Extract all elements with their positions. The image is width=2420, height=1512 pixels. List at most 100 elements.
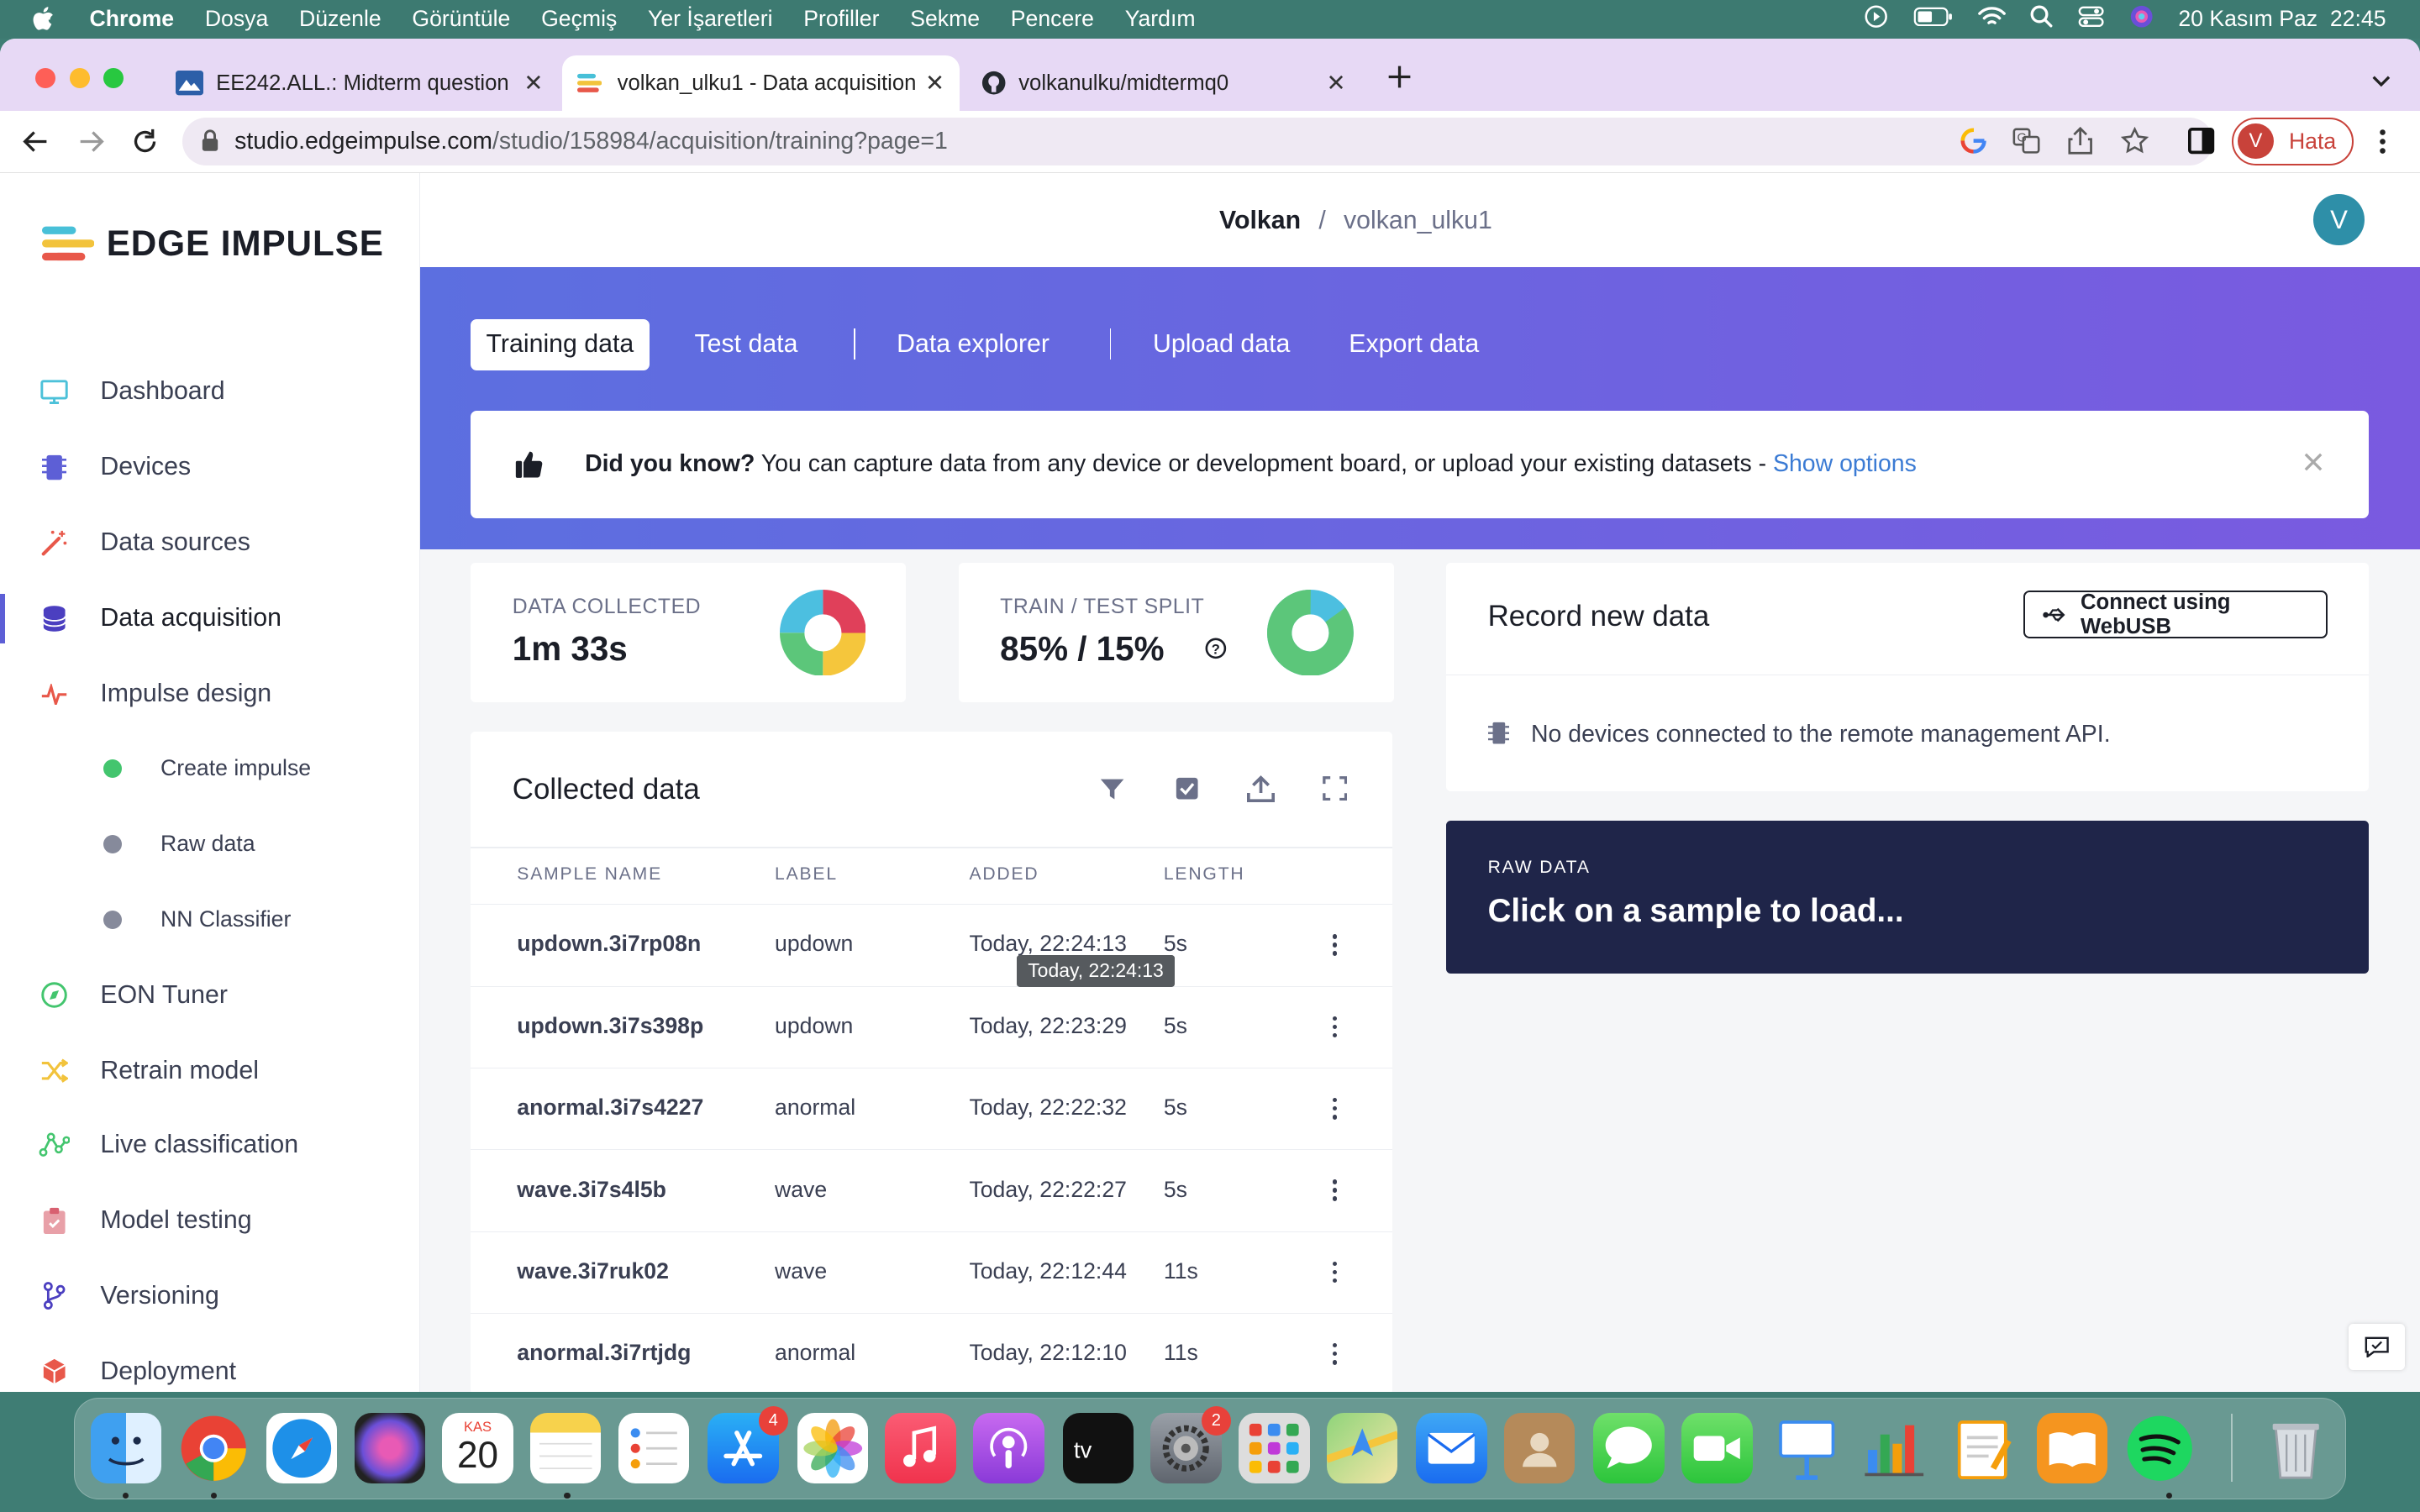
table-row[interactable]: anormal.3i7s4227 anormal Today, 22:22:32… bbox=[471, 1067, 1392, 1149]
sample-name[interactable]: anormal.3i7rtjdg bbox=[517, 1340, 691, 1366]
row-menu-icon[interactable] bbox=[1328, 1011, 1343, 1042]
trash-icon[interactable] bbox=[2260, 1413, 2331, 1483]
maps-icon[interactable] bbox=[1325, 1412, 1399, 1484]
forward-icon[interactable] bbox=[77, 128, 105, 162]
row-menu-icon[interactable] bbox=[1328, 1257, 1343, 1288]
chrome-icon[interactable] bbox=[178, 1413, 249, 1483]
safari-icon[interactable] bbox=[266, 1412, 338, 1484]
filter-icon[interactable] bbox=[1099, 776, 1125, 809]
messages-icon[interactable] bbox=[1593, 1412, 1665, 1484]
column-header-sample-name[interactable]: SAMPLE NAME bbox=[517, 864, 662, 885]
share-icon[interactable] bbox=[2068, 126, 2093, 161]
menu-app-name[interactable]: Chrome bbox=[89, 6, 174, 32]
sidebar-item-raw-data[interactable]: Raw data bbox=[0, 813, 420, 874]
battery-icon[interactable] bbox=[1913, 6, 1954, 32]
select-checkbox-icon[interactable] bbox=[1175, 776, 1199, 807]
numbers-icon[interactable] bbox=[1859, 1413, 1929, 1483]
menu-edit[interactable]: Düzenle bbox=[299, 6, 381, 32]
reload-icon[interactable] bbox=[131, 128, 159, 162]
tab-upload-data[interactable]: Upload data bbox=[1138, 319, 1306, 370]
back-icon[interactable] bbox=[22, 128, 50, 162]
sample-name[interactable]: anormal.3i7s4227 bbox=[517, 1095, 703, 1121]
help-icon[interactable]: ? bbox=[1205, 638, 1227, 666]
expand-icon[interactable] bbox=[1323, 775, 1348, 807]
menu-history[interactable]: Geçmiş bbox=[541, 6, 617, 32]
browser-tab-github[interactable]: volkanulku/midtermq0 ✕ bbox=[963, 55, 1361, 111]
close-tip-icon[interactable] bbox=[2304, 450, 2323, 478]
logo[interactable]: EDGE IMPULSE bbox=[41, 223, 384, 264]
siri-icon[interactable] bbox=[2129, 4, 2154, 34]
google-icon[interactable] bbox=[1960, 128, 1986, 160]
column-header-label[interactable]: LABEL bbox=[775, 864, 838, 885]
table-row[interactable]: updown.3i7rp08n updown Today, 22:24:13 5… bbox=[471, 904, 1392, 985]
photos-icon[interactable] bbox=[797, 1412, 869, 1484]
launchpad-icon[interactable] bbox=[1239, 1412, 1310, 1484]
column-header-added[interactable]: ADDED bbox=[969, 864, 1039, 885]
sample-name[interactable]: wave.3i7ruk02 bbox=[517, 1258, 669, 1284]
sidebar-item-deployment[interactable]: Deployment bbox=[0, 1341, 420, 1392]
row-menu-icon[interactable] bbox=[1328, 1338, 1343, 1369]
tab-test-data[interactable]: Test data bbox=[679, 319, 813, 370]
menu-bookmarks[interactable]: Yer İşaretleri bbox=[648, 6, 772, 32]
translate-icon[interactable]: G bbox=[2012, 128, 2040, 160]
menu-datetime[interactable]: 20 Kasım Paz 22:45 bbox=[2178, 6, 2386, 32]
table-row[interactable]: wave.3i7ruk02 wave Today, 22:12:44 11s bbox=[471, 1231, 1392, 1313]
minimize-window-button[interactable] bbox=[69, 67, 90, 88]
table-row[interactable]: anormal.3i7rtjdg anormal Today, 22:12:10… bbox=[471, 1312, 1392, 1392]
profile-button[interactable]: V Hata bbox=[2231, 117, 2354, 165]
row-menu-icon[interactable] bbox=[1328, 1093, 1343, 1124]
close-tab-icon[interactable]: ✕ bbox=[523, 70, 543, 97]
app-store-icon[interactable]: 4 bbox=[708, 1406, 788, 1484]
tab-data-explorer[interactable]: Data explorer bbox=[881, 319, 1065, 370]
siri-app-icon[interactable] bbox=[354, 1412, 426, 1484]
notes-icon[interactable] bbox=[529, 1412, 602, 1484]
sidebar-item-impulse-design[interactable]: Impulse design bbox=[0, 664, 420, 725]
sidebar-item-dashboard[interactable]: Dashboard bbox=[0, 361, 420, 423]
sample-name[interactable]: updown.3i7s398p bbox=[517, 1013, 703, 1039]
connect-webusb-button[interactable]: Connect using WebUSB bbox=[2023, 591, 2328, 639]
sample-name[interactable]: wave.3i7s4l5b bbox=[517, 1177, 666, 1203]
menu-help[interactable]: Yardım bbox=[1125, 6, 1196, 32]
reminders-icon[interactable] bbox=[618, 1412, 690, 1484]
browser-tab-moodle[interactable]: EE242.ALL.: Midterm question ✕ bbox=[166, 55, 559, 111]
sidebar-item-nn-classifier[interactable]: NN Classifier bbox=[0, 889, 420, 950]
system-settings-icon[interactable]: 2 bbox=[1150, 1406, 1231, 1484]
sidebar-item-versioning[interactable]: Versioning bbox=[0, 1265, 420, 1326]
spotlight-search-icon[interactable] bbox=[2030, 5, 2054, 34]
tab-training-data[interactable]: Training data bbox=[471, 319, 650, 370]
row-menu-icon[interactable] bbox=[1328, 930, 1343, 961]
upload-icon[interactable] bbox=[1247, 774, 1276, 809]
table-row[interactable]: wave.3i7s4l5b wave Today, 22:22:27 5s bbox=[471, 1149, 1392, 1231]
sidebar-item-model-testing[interactable]: Model testing bbox=[0, 1189, 420, 1251]
close-tab-icon[interactable]: ✕ bbox=[925, 70, 944, 97]
new-tab-button[interactable] bbox=[1386, 63, 1413, 91]
spotify-icon[interactable] bbox=[2124, 1413, 2195, 1483]
row-menu-icon[interactable] bbox=[1328, 1175, 1343, 1206]
music-icon[interactable] bbox=[885, 1412, 956, 1484]
side-panel-icon[interactable] bbox=[2188, 128, 2215, 160]
menu-file[interactable]: Dosya bbox=[205, 6, 268, 32]
tab-export-data[interactable]: Export data bbox=[1334, 319, 1495, 370]
lock-icon[interactable] bbox=[201, 129, 219, 153]
apple-icon[interactable] bbox=[31, 6, 62, 32]
sample-name[interactable]: updown.3i7rp08n bbox=[517, 931, 701, 957]
user-avatar[interactable]: V bbox=[2313, 194, 2365, 245]
sidebar-item-data-sources[interactable]: Data sources bbox=[0, 512, 420, 574]
breadcrumb-user[interactable]: Volkan bbox=[1219, 207, 1301, 234]
apple-tv-icon[interactable]: tv bbox=[1062, 1412, 1134, 1484]
raw-data-panel[interactable]: RAW DATA Click on a sample to load... bbox=[1445, 821, 2370, 974]
feedback-icon[interactable] bbox=[2349, 1323, 2405, 1370]
play-status-icon[interactable] bbox=[1864, 4, 1888, 34]
books-icon[interactable] bbox=[2036, 1412, 2108, 1484]
finder-icon[interactable] bbox=[90, 1412, 161, 1484]
address-bar[interactable]: studio.edgeimpulse.com /studio/158984/ac… bbox=[182, 117, 2213, 165]
maximize-window-button[interactable] bbox=[103, 67, 124, 88]
contacts-icon[interactable] bbox=[1503, 1412, 1576, 1484]
sidebar-item-devices[interactable]: Devices bbox=[0, 437, 420, 498]
close-tab-icon[interactable]: ✕ bbox=[1327, 70, 1346, 97]
keynote-icon[interactable] bbox=[1771, 1413, 1842, 1483]
browser-tab-edge-impulse[interactable]: volkan_ulku1 - Data acquisition ✕ bbox=[561, 55, 960, 112]
show-options-link[interactable]: Show options bbox=[1773, 450, 1917, 478]
calendar-icon[interactable]: KAS 20 bbox=[442, 1412, 513, 1484]
tab-search-chevron-icon[interactable] bbox=[2370, 68, 2392, 97]
